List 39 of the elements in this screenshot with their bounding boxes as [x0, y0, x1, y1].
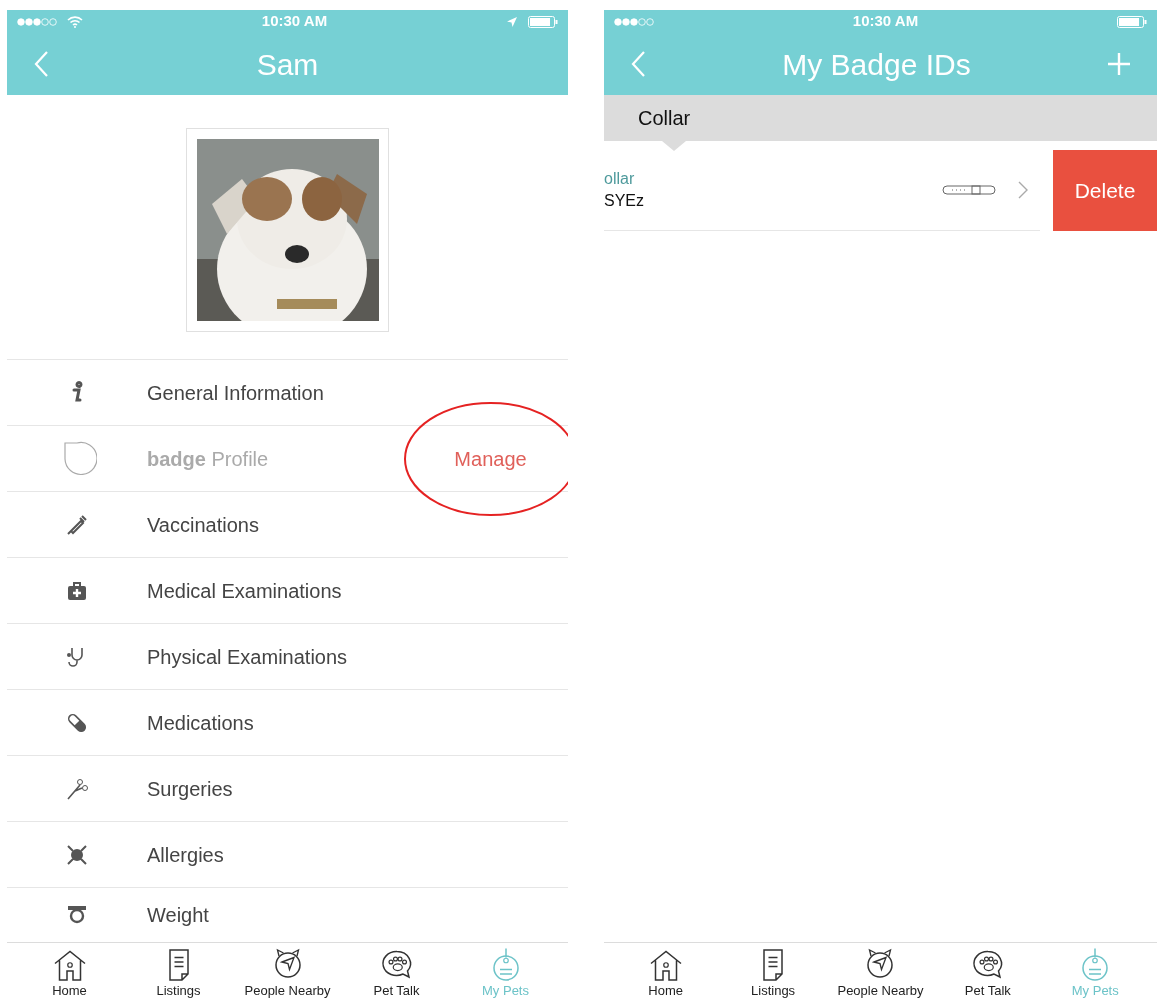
section-title: Collar [638, 106, 691, 131]
badge-row[interactable]: ollar SYEz [604, 150, 1040, 231]
nav-title: Sam [255, 46, 320, 83]
add-icon[interactable] [1107, 52, 1131, 76]
wifi-icon [67, 15, 83, 28]
tab-item[interactable]: Pet Talk [937, 947, 1038, 999]
menu-label[interactable]: Vaccinations [147, 509, 568, 540]
menu-label[interactable]: Medications [147, 707, 568, 738]
back-icon[interactable] [33, 50, 49, 78]
menu-label[interactable]: Weight [147, 900, 568, 930]
battery-icon [1117, 15, 1147, 28]
badge-name: ollar [604, 169, 636, 189]
signal-icon [614, 17, 654, 26]
badge-code: SYEz [604, 191, 645, 211]
battery-icon [528, 15, 558, 28]
allergy-icon [65, 842, 89, 867]
tab-item[interactable]: Pet Talk [346, 947, 447, 999]
chevron-icon [1018, 181, 1028, 199]
signal-icon [17, 17, 57, 26]
syringe-icon [65, 512, 89, 537]
menu-label[interactable]: Surgeries [147, 773, 568, 804]
collar-icon [942, 184, 996, 196]
tab-item[interactable]: Home [19, 947, 120, 999]
status-time: 10:30 AM [852, 11, 919, 32]
menu-label[interactable]: General Information [147, 377, 568, 408]
menu-label[interactable]: Physical Examinations [147, 641, 568, 672]
menu-label[interactable]: Medical Examinations [147, 575, 568, 606]
delete-button[interactable]: Delete [1053, 150, 1157, 231]
tab-item[interactable]: Home [615, 947, 716, 999]
menu-label[interactable]: Allergies [147, 839, 568, 870]
nav-title: My Badge IDs [781, 46, 972, 83]
tab-item[interactable]: Listings [723, 947, 824, 999]
tab-item[interactable]: Listings [128, 947, 229, 999]
tab-item[interactable]: People Nearby [830, 947, 931, 999]
location-arrow-icon [506, 15, 518, 28]
scissors-icon [65, 776, 89, 801]
tab-item[interactable]: People Nearby [237, 947, 338, 999]
back-icon[interactable] [630, 50, 646, 78]
status-time: 10:30 AM [261, 11, 328, 32]
